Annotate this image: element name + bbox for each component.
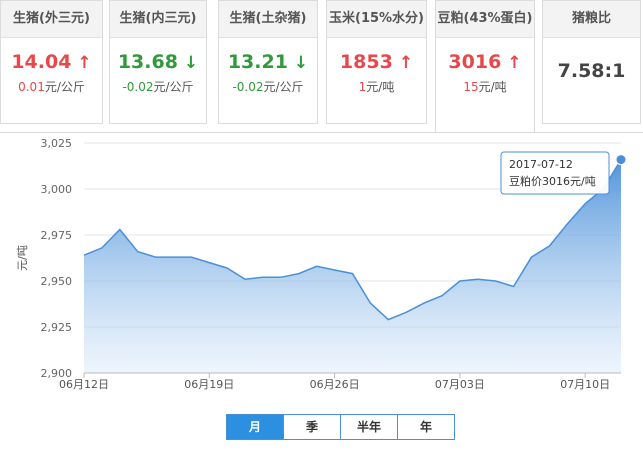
tab-1[interactable]: 季 <box>284 415 341 439</box>
price-card-1[interactable]: 生猪(内三元) 13.68 ↓ -0.02元/公斤 <box>109 0 207 124</box>
y-axis-label: 元/吨 <box>16 245 29 271</box>
card-value-text: 13.21 <box>227 51 288 73</box>
card-change-unit: 元/公斤 <box>153 80 194 94</box>
card-value-text: 13.68 <box>117 51 178 73</box>
tab-3[interactable]: 年 <box>398 415 454 439</box>
card-change-unit: 元/公斤 <box>44 80 85 94</box>
arrow-down-icon: ↓ <box>293 53 309 73</box>
card-value-text: 7.58:1 <box>557 60 626 82</box>
card-title: 猪粮比 <box>543 1 640 38</box>
price-card-2[interactable]: 生猪(土杂猪) 13.21 ↓ -0.02元/公斤 <box>218 0 318 124</box>
card-change-unit: 元/吨 <box>478 80 507 94</box>
card-title: 豆粕(43%蛋白) <box>436 1 534 38</box>
price-chart-panel: 3,025 3,000 2,975 2,950 2,925 2,900 元/吨 06月12日 0… <box>0 132 643 453</box>
card-change-value: 0.01 <box>18 80 45 94</box>
tab-2[interactable]: 半年 <box>341 415 398 439</box>
price-card-3[interactable]: 玉米(15%水分) 1853 ↑ 1元/吨 <box>326 0 427 124</box>
card-value: 13.21 ↓ <box>219 51 317 73</box>
price-card-5[interactable]: 猪粮比 7.58:1 <box>542 0 641 124</box>
card-change-value: 15 <box>463 80 479 94</box>
price-chart: 3,0253,0002,9752,9502,9252,900元/吨06月12日 0… <box>16 137 627 391</box>
arrow-down-icon: ↓ <box>183 53 199 73</box>
arrow-up-icon: ↑ <box>507 53 522 73</box>
arrow-up-icon: ↑ <box>77 53 92 73</box>
price-cards-row: 生猪(外三元) 14.04 ↑ 0.01元/公斤 生猪(内三元) 13.68 ↓ -0.02元… <box>0 0 643 133</box>
card-change: 1元/吨 <box>327 78 426 95</box>
card-change: 15元/吨 <box>436 78 534 95</box>
x-tick-label: 07月10日 <box>560 378 610 391</box>
card-value: 1853 ↑ <box>327 51 426 73</box>
card-value: 13.68 ↓ <box>110 51 206 73</box>
card-value-text: 1853 <box>339 51 393 73</box>
y-tick-label: 3,000 <box>41 183 73 196</box>
y-tick-label: 2,950 <box>41 275 73 288</box>
card-change-value: -0.02 <box>232 80 264 94</box>
card-change-value: -0.02 <box>122 80 154 94</box>
card-value: 14.04 ↑ <box>1 51 102 73</box>
x-tick-label: 06月26日 <box>310 378 360 391</box>
card-value-text: 3016 <box>448 51 502 73</box>
card-value-text: 14.04 <box>11 51 72 73</box>
card-title: 玉米(15%水分) <box>327 1 426 38</box>
card-change: -0.02元/公斤 <box>110 78 206 95</box>
tooltip-date: 2017-07-12 <box>509 158 573 171</box>
y-tick-label: 2,925 <box>41 321 73 334</box>
card-title: 生猪(内三元) <box>110 1 206 38</box>
card-change: -0.02元/公斤 <box>219 78 317 95</box>
y-tick-label: 2,975 <box>41 229 73 242</box>
card-value: 3016 ↑ <box>436 51 534 73</box>
card-title: 生猪(土杂猪) <box>219 1 317 38</box>
card-change-unit: 元/吨 <box>366 80 395 94</box>
x-tick-label: 06月19日 <box>184 378 234 391</box>
card-value: 7.58:1 <box>543 60 640 82</box>
y-tick-label: 3,025 <box>41 137 73 150</box>
price-card-4[interactable]: 豆粕(43%蛋白) 3016 ↑ 15元/吨 <box>435 0 535 133</box>
price-card-0[interactable]: 生猪(外三元) 14.04 ↑ 0.01元/公斤 <box>0 0 103 124</box>
tooltip-value: 豆粕价3016元/吨 <box>509 174 596 188</box>
period-tabs: 月季半年年 <box>226 414 455 440</box>
arrow-up-icon: ↑ <box>398 53 414 73</box>
card-title: 生猪(外三元) <box>1 1 102 38</box>
tab-0[interactable]: 月 <box>227 415 284 439</box>
highlighted-point <box>615 154 627 166</box>
x-tick-label: 06月12日 <box>59 378 109 391</box>
card-change: 0.01元/公斤 <box>1 78 102 95</box>
x-tick-label: 07月03日 <box>435 378 485 391</box>
card-change-unit: 元/公斤 <box>263 80 304 94</box>
